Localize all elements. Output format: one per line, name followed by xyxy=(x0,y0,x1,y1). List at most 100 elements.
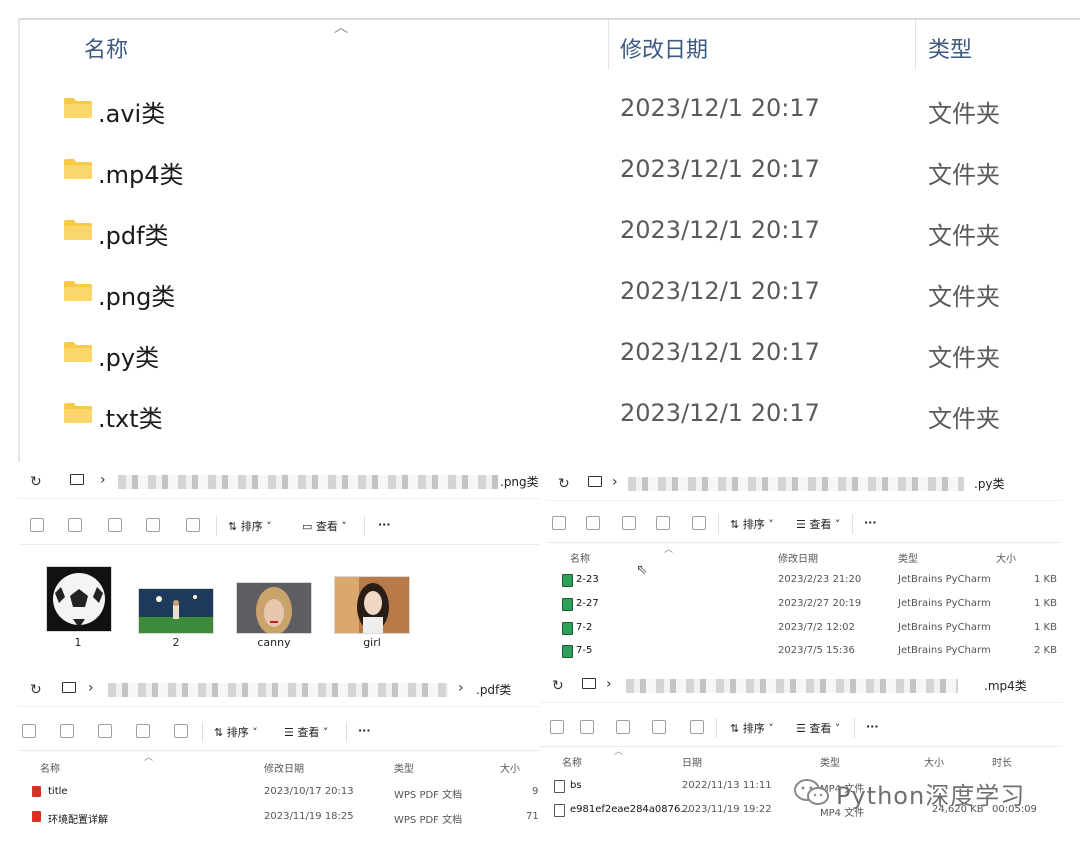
more-options-button[interactable]: ··· xyxy=(866,720,879,733)
column-header-name[interactable]: 名称 xyxy=(570,550,590,565)
refresh-icon[interactable]: ↻ xyxy=(552,678,564,694)
share-icon[interactable] xyxy=(656,516,670,530)
file-name: e981ef2eae284a0876... xyxy=(570,804,690,815)
sort-button[interactable]: ⇅ 排序 ˅ xyxy=(214,724,258,740)
folder-row[interactable]: .pdf类 2023/12/1 20:17 文件夹 xyxy=(0,202,1080,263)
sort-indicator-icon: ︿ xyxy=(334,20,348,36)
thumbnail-item[interactable]: canny xyxy=(234,566,314,652)
rename-icon[interactable] xyxy=(616,720,630,734)
address-bar[interactable]: ↻ › › .pdf类 xyxy=(18,674,540,707)
file-date: 2023/2/27 20:19 xyxy=(778,598,862,609)
folder-type: 文件夹 xyxy=(928,161,1000,189)
address-bar[interactable]: ↻ › .py类 xyxy=(546,468,1062,501)
file-row[interactable]: 环境配置详解 2023/11/19 18:25 WPS PDF 文档 71 xyxy=(18,809,540,831)
column-divider[interactable] xyxy=(915,20,916,70)
cut-icon[interactable] xyxy=(550,720,564,734)
file-type: WPS PDF 文档 xyxy=(394,790,463,801)
toolbar-divider xyxy=(364,516,365,536)
breadcrumb-current[interactable]: .mp4类 xyxy=(984,677,1027,694)
column-divider[interactable] xyxy=(608,20,609,70)
file-row[interactable]: 2-23 2023/2/23 21:20 JetBrains PyCharm 1… xyxy=(546,572,1062,594)
file-row[interactable]: 2-27 2023/2/27 20:19 JetBrains PyCharm 1… xyxy=(546,596,1062,618)
column-header-type[interactable]: 类型 xyxy=(898,550,918,565)
share-icon[interactable] xyxy=(652,720,666,734)
column-header-date[interactable]: 修改日期 xyxy=(264,760,304,775)
view-button[interactable]: ▭ 查看 ˅ xyxy=(302,518,347,534)
column-header-duration[interactable]: 时长 xyxy=(992,754,1012,769)
column-header-size[interactable]: 大小 xyxy=(924,754,944,769)
pycharm-file-icon xyxy=(562,622,573,635)
blurred-path xyxy=(118,475,498,489)
file-row[interactable]: 7-5 2023/7/5 15:36 JetBrains PyCharm 2 K… xyxy=(546,643,1062,662)
refresh-icon[interactable]: ↻ xyxy=(30,682,42,698)
folder-row[interactable]: .mp4类 2023/12/1 20:17 文件夹 xyxy=(0,141,1080,202)
sort-button[interactable]: ⇅ 排序 ˅ xyxy=(730,720,774,736)
column-header-name[interactable]: 名称 xyxy=(562,754,582,769)
sort-label: 排序 xyxy=(742,722,765,735)
thumbnail-item[interactable]: 1 xyxy=(40,566,120,652)
sort-button[interactable]: ⇅ 排序 ˅ xyxy=(228,518,272,534)
file-type: JetBrains PyCharm xyxy=(898,622,991,633)
breadcrumb-current[interactable]: .png类 xyxy=(500,473,539,490)
copy-icon[interactable] xyxy=(60,724,74,738)
folder-type: 文件夹 xyxy=(928,283,1000,311)
share-icon[interactable] xyxy=(146,518,160,532)
rename-icon[interactable] xyxy=(622,516,636,530)
thumbnail-item[interactable]: 2 xyxy=(136,566,216,652)
delete-icon[interactable] xyxy=(186,518,200,532)
folder-row[interactable]: .txt类 2023/12/1 20:17 文件夹 xyxy=(0,385,1080,446)
breadcrumb-current[interactable]: .py类 xyxy=(974,475,1005,492)
column-header-size[interactable]: 大小 xyxy=(500,760,520,775)
share-icon[interactable] xyxy=(136,724,150,738)
column-header-date[interactable]: 日期 xyxy=(682,754,702,769)
chevron-right-icon: › xyxy=(612,474,618,490)
more-options-button[interactable]: ··· xyxy=(864,516,877,529)
sort-button[interactable]: ⇅ 排序 ˅ xyxy=(730,516,774,532)
rename-icon[interactable] xyxy=(108,518,122,532)
blurred-path xyxy=(108,683,448,697)
folder-row[interactable]: .avi类 2023/12/1 20:17 文件夹 xyxy=(0,80,1080,141)
address-bar[interactable]: ↻ › .png类 xyxy=(18,466,540,499)
more-options-button[interactable]: ··· xyxy=(378,518,391,531)
column-header-date[interactable]: 修改日期 xyxy=(620,32,708,64)
command-bar: ⇅ 排序 ˅ ☰ 查看 ˅ ··· xyxy=(540,710,1062,747)
cut-icon[interactable] xyxy=(552,516,566,530)
rename-icon[interactable] xyxy=(98,724,112,738)
file-row[interactable]: 7-2 2023/7/2 12:02 JetBrains PyCharm 1 K… xyxy=(546,620,1062,642)
cut-icon[interactable] xyxy=(30,518,44,532)
delete-icon[interactable] xyxy=(174,724,188,738)
column-header-type[interactable]: 类型 xyxy=(820,754,840,769)
file-name: 7-2 xyxy=(576,622,593,633)
copy-icon[interactable] xyxy=(68,518,82,532)
delete-icon[interactable] xyxy=(692,516,706,530)
view-label: 查看 xyxy=(297,726,320,739)
breadcrumb-current[interactable]: .pdf类 xyxy=(476,681,511,698)
copy-icon[interactable] xyxy=(580,720,594,734)
column-header-size[interactable]: 大小 xyxy=(996,550,1016,565)
folder-row[interactable]: .py类 2023/12/1 20:17 文件夹 xyxy=(0,324,1080,385)
column-header-date[interactable]: 修改日期 xyxy=(778,550,818,565)
cut-icon[interactable] xyxy=(22,724,36,738)
column-header-type[interactable]: 类型 xyxy=(928,32,972,64)
folder-row[interactable]: .png类 2023/12/1 20:17 文件夹 xyxy=(0,263,1080,324)
refresh-icon[interactable]: ↻ xyxy=(558,476,570,492)
folder-date: 2023/12/1 20:17 xyxy=(620,399,820,427)
column-header-type[interactable]: 类型 xyxy=(394,760,414,775)
column-header-name[interactable]: 名称 xyxy=(40,760,60,775)
copy-icon[interactable] xyxy=(586,516,600,530)
view-label: 查看 xyxy=(809,518,832,531)
address-bar[interactable]: ↻ › .mp4类 xyxy=(540,670,1062,703)
column-header-name[interactable]: 名称 xyxy=(84,32,128,64)
file-type: JetBrains PyCharm xyxy=(898,645,991,656)
delete-icon[interactable] xyxy=(690,720,704,734)
thumbnail-item[interactable]: girl xyxy=(332,566,412,652)
view-button[interactable]: ☰ 查看 ˅ xyxy=(284,724,328,740)
refresh-icon[interactable]: ↻ xyxy=(30,474,42,490)
toolbar-divider xyxy=(854,718,855,738)
file-row[interactable]: title 2023/10/17 20:13 WPS PDF 文档 9 xyxy=(18,784,540,806)
view-button[interactable]: ☰ 查看 ˅ xyxy=(796,720,840,736)
view-button[interactable]: ☰ 查看 ˅ xyxy=(796,516,840,532)
folder-date: 2023/12/1 20:17 xyxy=(620,338,820,366)
more-options-button[interactable]: ··· xyxy=(358,724,371,737)
pdf-file-icon xyxy=(32,786,41,797)
